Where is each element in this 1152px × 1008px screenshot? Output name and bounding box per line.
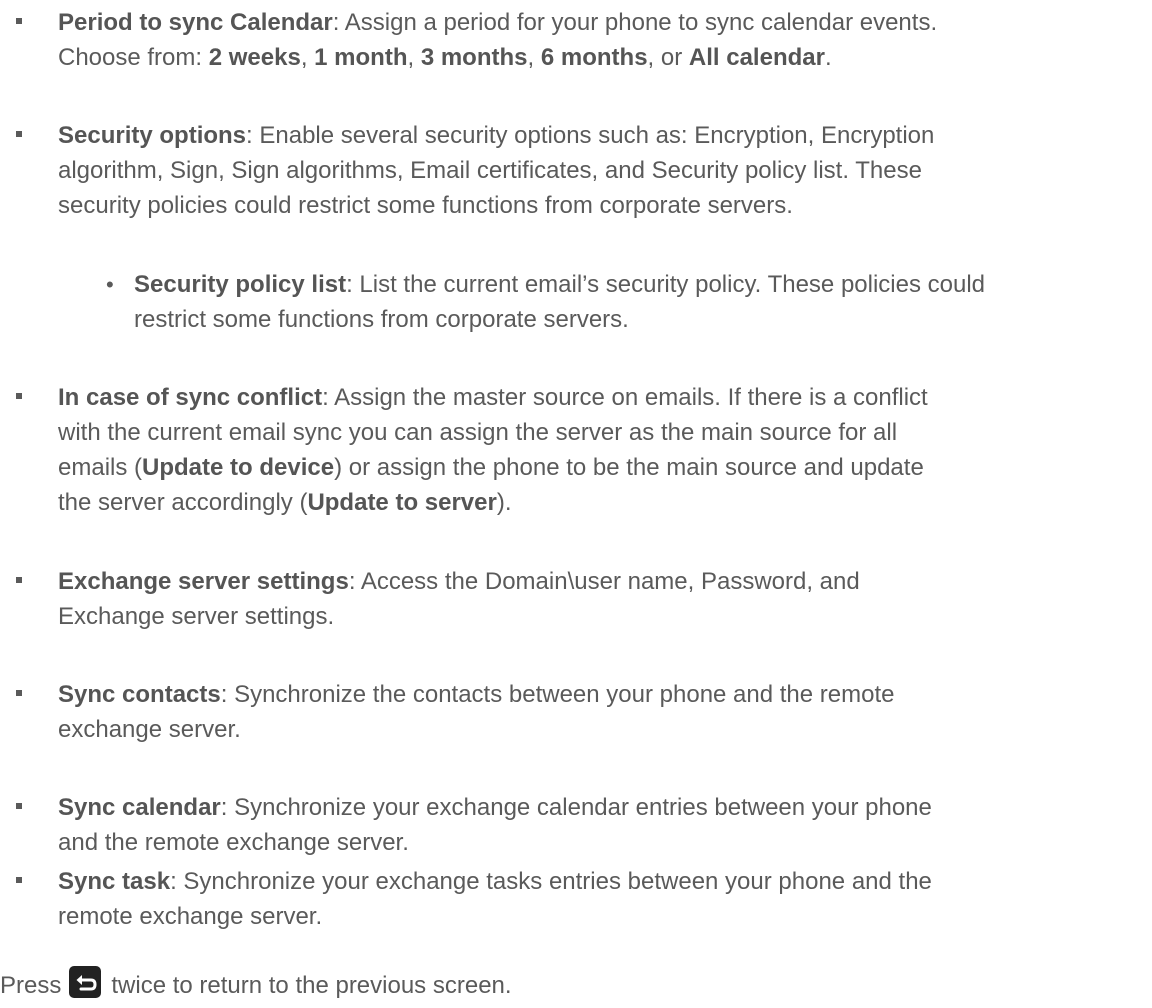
text-run: : Assign a period for your phone to sync… [332,9,938,36]
square-bullet [16,18,22,24]
text-run: : Synchronize the contacts between your … [220,681,895,708]
list-item-text: Security policy list: List the current e… [134,267,1148,337]
bold-term: Sync contacts [58,681,221,708]
text-run: : Synchronize your exchange tasks entrie… [170,868,932,895]
list-item-text: Exchange server settings: Access the Dom… [58,564,1146,634]
text-run: : Assign the master source on emails. If… [322,384,928,411]
bold-term: Sync calendar [58,794,221,821]
bold-term: All calendar [688,44,825,71]
text-run: Exchange server settings. [58,603,335,630]
list-item-text: Sync calendar: Synchronize your exchange… [58,790,1146,860]
text-run: restrict some functions from corporate s… [134,306,629,333]
text-run: emails ( [58,454,143,481]
text-run: exchange server. [58,716,241,743]
list-item-text: Sync contacts: Synchronize the contacts … [58,677,1146,747]
text-line: Security policy list: List the current e… [134,267,1148,302]
text-line: Sync calendar: Synchronize your exchange… [58,790,1146,825]
bold-term: Security policy list [134,271,347,298]
text-line: algorithm, Sign, Sign algorithms, Email … [58,153,1146,188]
bold-term: 2 weeks [208,44,301,71]
text-run: with the current email sync you can assi… [58,419,898,446]
text-line: with the current email sync you can assi… [58,415,1146,450]
text-run: : Enable several security options such a… [246,122,935,149]
text-run: ). [496,489,512,516]
text-run: , [300,44,315,71]
text-line: Security options: Enable several securit… [58,118,1146,153]
text-line: and the remote exchange server. [58,825,1146,860]
bold-term: In case of sync conflict [58,384,323,411]
text-line: Exchange server settings: Access the Dom… [58,564,1146,599]
bold-term: 3 months [420,44,528,71]
bold-term: Exchange server settings [58,568,349,595]
text-run: remote exchange server. [58,903,323,930]
text-line: Choose from: 2 weeks, 1 month, 3 months,… [58,40,1146,75]
square-bullet [16,690,22,696]
round-bullet: • [106,272,114,297]
bold-term: Sync task [58,868,171,895]
square-bullet [16,877,22,883]
text-line: emails (Update to device) or assign the … [58,450,1146,485]
text-run: . [824,44,832,71]
bold-term: Period to sync Calendar [58,9,333,36]
text-run: , [527,44,541,71]
text-run: and the remote exchange server. [58,829,409,856]
text-line: Exchange server settings. [58,599,1146,634]
text-run: , [407,44,421,71]
text-run: security policies could restrict some fu… [58,192,793,219]
text-line: exchange server. [58,712,1146,747]
text-line: security policies could restrict some fu… [58,188,1146,223]
text-line: In case of sync conflict: Assign the mas… [58,380,1146,415]
bold-term: 6 months [540,44,648,71]
text-line: Sync task: Synchronize your exchange tas… [58,864,1146,899]
list-item-text: Period to sync Calendar: Assign a period… [58,5,1146,75]
text-line: remote exchange server. [58,899,1146,934]
text-run: : Access the Domain\user name, Password,… [348,568,860,595]
text-line: Period to sync Calendar: Assign a period… [58,5,1146,40]
text-run: the server accordingly ( [58,489,308,516]
text-run: : List the current email’s security poli… [346,271,986,298]
instruction-text: twice to return to the previous screen. [111,972,512,999]
bold-term: 1 month [314,44,408,71]
square-bullet [16,577,22,583]
back-icon [69,965,102,998]
return-instruction: Press twice to return to the previous sc… [0,965,512,1003]
list-item-text: Security options: Enable several securit… [58,118,1146,223]
square-bullet [16,131,22,137]
square-bullet [16,803,22,809]
bold-term: Update to server [307,489,497,516]
text-line: restrict some functions from corporate s… [134,302,1148,337]
text-run: ) or assign the phone to be the main sou… [334,454,924,481]
text-run: , or [647,44,689,71]
press-text: Press [0,972,62,999]
bold-term: Update to device [142,454,335,481]
text-line: the server accordingly (Update to server… [58,485,1146,520]
text-line: Sync contacts: Synchronize the contacts … [58,677,1146,712]
square-bullet [16,393,22,399]
bold-term: Security options [58,122,247,149]
text-run: algorithm, Sign, Sign algorithms, Email … [58,157,922,184]
text-run: Choose from: [58,44,209,71]
list-item-text: Sync task: Synchronize your exchange tas… [58,864,1146,934]
list-item-text: In case of sync conflict: Assign the mas… [58,380,1146,520]
text-run: : Synchronize your exchange calendar ent… [220,794,932,821]
